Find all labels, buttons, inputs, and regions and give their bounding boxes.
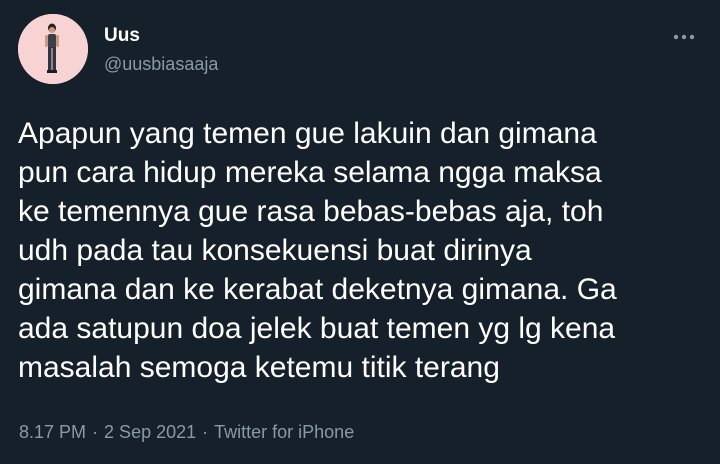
tweet-date[interactable]: 2 Sep 2021 [104, 422, 196, 442]
tweet-text-line: gimana dan ke kerabat deketnya gimana. G… [18, 273, 617, 306]
avatar[interactable] [18, 14, 88, 84]
tweet-text-line: udh pada tau konsekuensi buat dirinya [18, 234, 532, 267]
tweet-source-link[interactable]: Twitter for iPhone [214, 422, 354, 442]
separator: · [202, 422, 209, 442]
tweet-text-line: masalah semoga ketemu titik terang [18, 351, 500, 384]
tweet-time[interactable]: 8.17 PM [19, 422, 86, 442]
display-name[interactable]: Uus [104, 24, 140, 48]
more-horizontal-icon [673, 34, 695, 40]
person-avatar-icon [18, 14, 88, 84]
separator: · [92, 422, 99, 442]
tweet-text-line: pun cara hidup mereka selama ngga maksa [18, 156, 602, 189]
tweet-metadata: 8.17 PM · 2 Sep 2021 · Twitter for iPhone [19, 421, 354, 443]
tweet-card: Uus @uusbiasaaja Apapun yang temen gue l… [0, 0, 720, 464]
user-handle[interactable]: @uusbiasaaja [104, 53, 218, 75]
tweet-text-line: Apapun yang temen gue lakuin dan gimana [18, 117, 597, 150]
tweet-text-line: ada satupun doa jelek buat temen yg lg k… [18, 312, 616, 345]
tweet-text-line: ke temennya gue rasa bebas-bebas aja, to… [18, 195, 604, 228]
tweet-text: Apapun yang temen gue lakuin dan gimana … [18, 114, 708, 387]
more-options-button[interactable] [664, 22, 704, 52]
